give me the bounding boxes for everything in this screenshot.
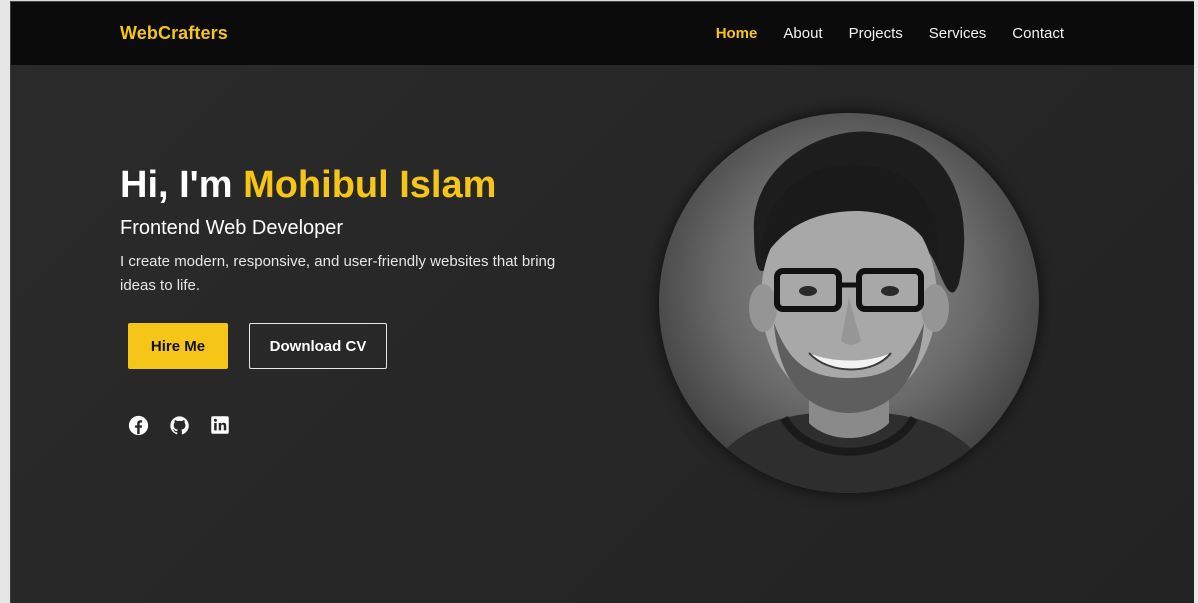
facebook-icon[interactable]: [127, 414, 149, 436]
hero-greeting: Hi, I'm: [120, 164, 244, 206]
hire-me-button[interactable]: Hire Me: [128, 323, 228, 369]
hero-role: Frontend Web Developer: [120, 217, 344, 239]
social-links: [127, 414, 231, 436]
hero-title: Hi, I'm Mohibul Islam: [120, 161, 600, 209]
linkedin-icon[interactable]: [209, 414, 231, 436]
nav-link-contact[interactable]: Contact: [1012, 25, 1064, 42]
hero-buttons: Hire Me Download CV: [128, 323, 387, 369]
hero-name: Mohibul Islam: [243, 164, 497, 206]
nav-link-services[interactable]: Services: [929, 25, 987, 42]
navbar: WebCrafters Home About Projects Services…: [11, 1, 1194, 65]
right-gutter: [1194, 0, 1198, 603]
brand-logo[interactable]: WebCrafters: [120, 23, 228, 44]
nav-link-about[interactable]: About: [783, 25, 822, 42]
download-cv-button[interactable]: Download CV: [249, 323, 387, 369]
portfolio-page: WebCrafters Home About Projects Services…: [10, 1, 1194, 603]
left-gutter: [0, 0, 10, 603]
hero-text: Hi, I'm Mohibul Islam Frontend Web Devel…: [120, 161, 600, 298]
profile-photo: [659, 113, 1039, 493]
hero-description: I create modern, responsive, and user-fr…: [120, 253, 556, 294]
nav-link-projects[interactable]: Projects: [849, 25, 903, 42]
nav-links: Home About Projects Services Contact: [716, 25, 1064, 42]
nav-link-home[interactable]: Home: [716, 25, 758, 42]
github-icon[interactable]: [168, 414, 190, 436]
